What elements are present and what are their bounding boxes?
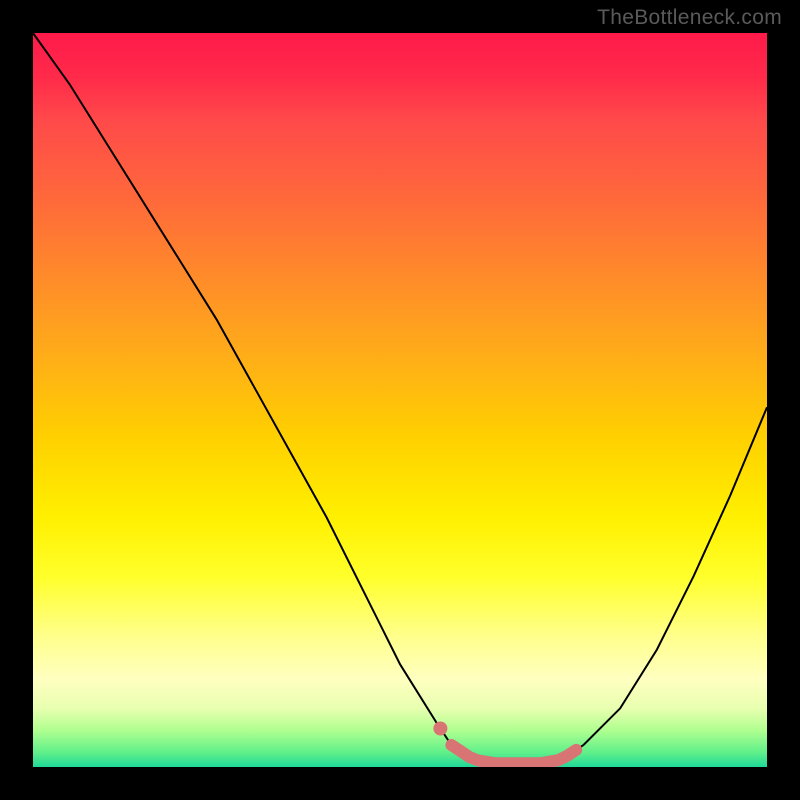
chart-overlay	[33, 33, 767, 767]
main-curve	[33, 33, 767, 763]
highlight-segment	[451, 745, 576, 763]
watermark-text: TheBottleneck.com	[597, 6, 782, 30]
plot-area	[33, 33, 767, 767]
highlight-dot-left	[433, 722, 447, 736]
chart-container: TheBottleneck.com	[0, 0, 800, 800]
